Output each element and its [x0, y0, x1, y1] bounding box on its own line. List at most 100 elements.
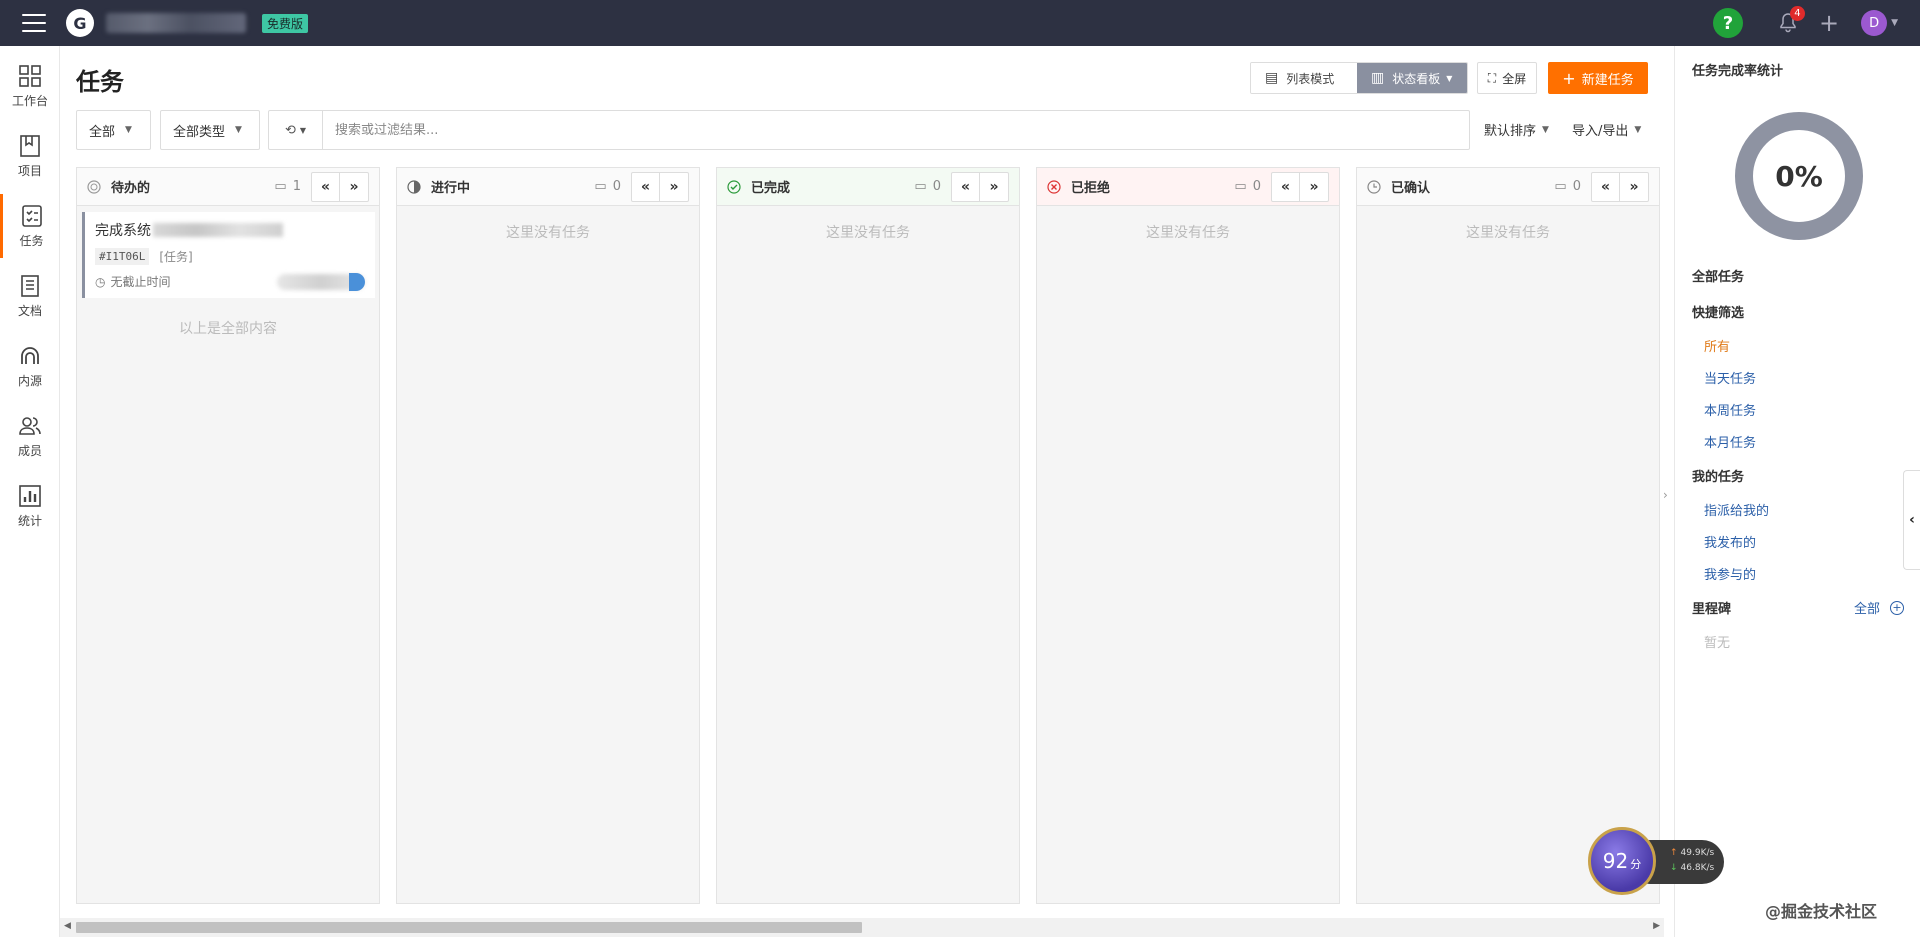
filter-participated[interactable]: 我参与的 — [1704, 564, 1756, 583]
column-in-progress: 进行中 ▭ 0 «» 这里没有任务 — [396, 167, 700, 904]
move-left-icon[interactable]: « — [952, 172, 980, 201]
notification-count: 4 — [1789, 6, 1805, 21]
completion-percent: 0% — [1775, 159, 1823, 193]
download-speed-value: 46.8K/s — [1680, 863, 1715, 873]
left-nav: 工作台 项目 任务 文档 内源 成员 统计 — [0, 46, 60, 937]
filter-assigned-to-me[interactable]: 指派给我的 — [1704, 500, 1769, 519]
column-header: 已完成 ▭ 0 «» — [717, 168, 1019, 206]
task-title-text: 完成系统 — [95, 223, 151, 239]
watermark: @掘金技术社区 — [1765, 902, 1878, 921]
import-export-dropdown[interactable]: 导入/导出 ▼ — [1572, 120, 1641, 139]
chevron-down-icon: ▼ — [299, 125, 307, 135]
task-icon — [21, 204, 42, 227]
column-count-value: 0 — [612, 179, 621, 194]
fullscreen-button[interactable]: ⛶ 全屏 — [1477, 62, 1537, 94]
scroll-left-icon[interactable]: ◀ — [64, 921, 71, 931]
logo-icon[interactable]: G — [66, 9, 94, 37]
task-title: 完成系统 — [95, 220, 365, 240]
chevron-down-icon[interactable]: ▼ — [1891, 18, 1898, 28]
network-speed-widget[interactable]: 92 分 ↑ 49.9K/s ↓ 46.8K/s — [1588, 827, 1728, 895]
column-rejected: 已拒绝 ▭ 0 «» 这里没有任务 — [1036, 167, 1340, 904]
add-milestone-icon[interactable]: + — [1890, 600, 1904, 615]
nav-item-statistics[interactable]: 统计 — [0, 474, 60, 538]
nav-label: 项目 — [17, 163, 42, 178]
horizontal-scrollbar[interactable]: ◀ ▶ — [60, 918, 1664, 937]
move-left-icon[interactable]: « — [632, 172, 660, 201]
nav-item-innersource[interactable]: 内源 — [0, 334, 60, 398]
filter-published-by-me[interactable]: 我发布的 — [1704, 532, 1756, 551]
completion-stats-title: 任务完成率统计 — [1692, 64, 1784, 79]
innersource-icon — [21, 346, 39, 364]
move-left-icon[interactable]: « — [312, 172, 340, 201]
todo-status-icon — [87, 179, 101, 194]
scrollbar-thumb[interactable] — [76, 922, 862, 933]
scroll-right-icon[interactable]: ▶ — [1653, 921, 1660, 931]
sort-dropdown[interactable]: 默认排序 ▼ — [1484, 120, 1549, 139]
move-left-icon[interactable]: « — [1592, 172, 1620, 201]
all-tasks-link[interactable]: 全部任务 — [1692, 266, 1744, 285]
filter-week[interactable]: 本周任务 — [1704, 400, 1756, 419]
search-input[interactable] — [323, 112, 1469, 148]
bell-icon[interactable]: 4 — [1777, 6, 1805, 34]
nav-item-project[interactable]: 项目 — [0, 124, 60, 188]
download-speed: ↓ 46.8K/s — [1670, 863, 1714, 873]
menu-icon[interactable] — [22, 14, 46, 32]
column-count-value: 0 — [1572, 179, 1581, 194]
document-icon — [21, 274, 39, 297]
column-title: 已拒绝 — [1071, 181, 1111, 196]
fullscreen-icon: ⛶ — [1487, 70, 1497, 85]
check-circle-icon — [727, 179, 741, 194]
task-type: [任务] — [159, 250, 193, 264]
column-title: 已确认 — [1391, 181, 1431, 196]
upload-speed-value: 49.9K/s — [1680, 848, 1715, 858]
task-card[interactable]: 完成系统 #I1T06L [任务] ◷ 无截止时间 — [82, 212, 375, 298]
move-right-icon[interactable]: » — [1300, 173, 1328, 201]
move-right-icon[interactable]: » — [340, 173, 368, 201]
type-dropdown[interactable]: 全部类型 ▼ — [160, 110, 260, 150]
right-panel: 任务完成率统计 0% 全部任务 快捷筛选 所有 当天任务 本周任务 本月任务 我… — [1674, 46, 1920, 937]
empty-text: 这里没有任务 — [506, 225, 590, 241]
filter-all[interactable]: 所有 — [1704, 336, 1730, 355]
arrow-down-icon: ↓ — [1670, 863, 1678, 873]
column-count: ▭ 0 — [1234, 179, 1261, 194]
list-mode-button[interactable]: ▤ 列表模式 — [1251, 63, 1357, 93]
in-progress-status-icon — [407, 179, 421, 194]
plan-badge: 免费版 — [262, 13, 309, 33]
sort-label: 默认排序 — [1484, 124, 1537, 139]
move-left-icon[interactable]: « — [1272, 172, 1300, 201]
history-icon: ⟲ — [284, 122, 296, 138]
scope-dropdown[interactable]: 全部 ▼ — [76, 110, 151, 150]
doc-icon: ▭ — [914, 179, 927, 194]
move-right-icon[interactable]: » — [660, 173, 688, 201]
column-title: 进行中 — [431, 181, 471, 196]
org-name-redacted[interactable] — [106, 13, 246, 33]
nav-item-members[interactable]: 成员 — [0, 404, 60, 468]
task-id: #I1T06L — [95, 248, 150, 265]
column-confirmed: 已确认 ▭ 0 «» 这里没有任务 — [1356, 167, 1660, 904]
help-icon[interactable]: ? — [1712, 8, 1743, 38]
chevron-down-icon: ▼ — [1446, 73, 1453, 83]
column-todo: 待办的 ▭ 1 «» 完成系统 #I1T06L [任务] ◷ 无截止时间 以上是全… — [76, 167, 380, 904]
chevron-left-icon[interactable]: ‹ — [1903, 470, 1920, 570]
empty-text: 这里没有任务 — [1146, 225, 1230, 241]
move-right-icon[interactable]: » — [980, 173, 1008, 201]
filter-today[interactable]: 当天任务 — [1704, 368, 1756, 387]
move-right-icon[interactable]: » — [1620, 173, 1648, 201]
chevron-right-icon[interactable]: › — [1663, 488, 1668, 502]
column-header: 进行中 ▭ 0 «» — [397, 168, 699, 206]
history-button[interactable]: ⟲ ▼ — [269, 111, 323, 149]
plus-icon[interactable]: + — [1819, 11, 1839, 35]
new-task-button[interactable]: + 新建任务 — [1548, 62, 1648, 94]
avatar[interactable]: D — [1861, 10, 1888, 36]
doc-icon: ▭ — [1554, 179, 1567, 194]
milestone-all-link[interactable]: 全部 + — [1854, 598, 1904, 617]
milestone-all-label: 全部 — [1853, 602, 1880, 617]
column-count-value: 1 — [292, 179, 301, 194]
nav-item-task[interactable]: 任务 — [0, 194, 60, 258]
import-export-label: 导入/导出 — [1572, 124, 1629, 139]
speed-score: 92 分 — [1588, 827, 1656, 895]
nav-item-document[interactable]: 文档 — [0, 264, 60, 328]
nav-item-dashboard[interactable]: 工作台 — [0, 54, 60, 118]
filter-month[interactable]: 本月任务 — [1704, 432, 1756, 451]
board-mode-button[interactable]: ▥ 状态看板 ▼ — [1357, 63, 1467, 93]
